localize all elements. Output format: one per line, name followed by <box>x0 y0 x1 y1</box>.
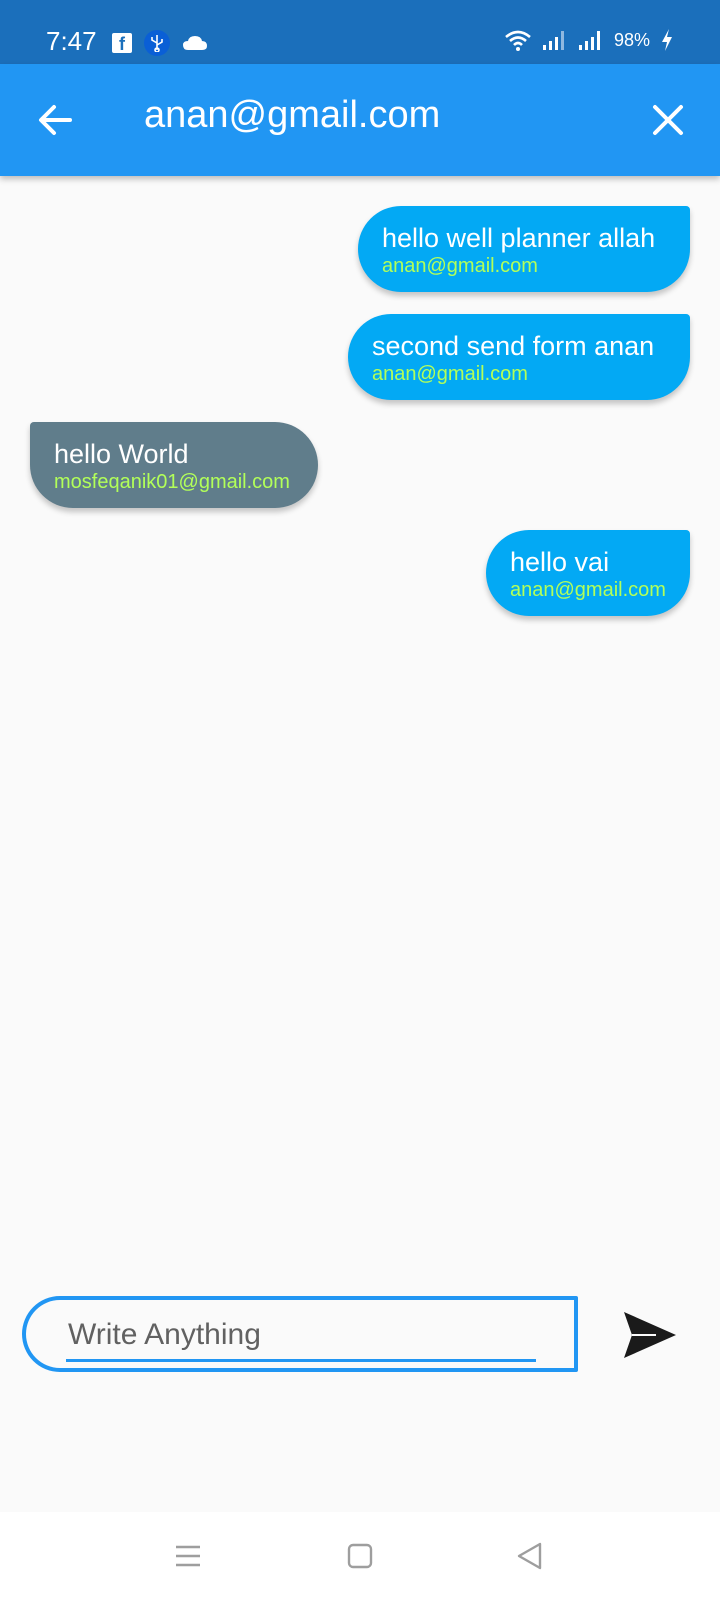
battery-percent: 98% <box>613 29 650 50</box>
facebook-icon: f <box>112 33 132 54</box>
input-underline <box>66 1359 536 1362</box>
message-text: hello well planner allah <box>382 223 656 253</box>
cloud-icon <box>183 36 207 50</box>
message-text: hello World <box>54 439 189 469</box>
status-icons-right: 98% <box>504 28 674 52</box>
arrow-back-icon[interactable] <box>36 100 76 140</box>
signal-icon <box>542 31 564 50</box>
message-text: second send form anan <box>372 331 655 361</box>
message-composer <box>22 1296 578 1372</box>
send-icon[interactable] <box>622 1310 678 1360</box>
message-sender: anan@gmail.com <box>510 579 666 601</box>
message-bubble-sent: second send form anan anan@gmail.com <box>348 314 690 400</box>
battery-charging-icon <box>662 29 672 51</box>
status-bar: 7:47 f 98% <box>0 0 720 64</box>
page-title: anan@gmail.com <box>144 94 441 136</box>
home-square-icon[interactable] <box>344 1540 376 1572</box>
message-input[interactable] <box>66 1308 540 1362</box>
menu-icon[interactable] <box>172 1540 204 1572</box>
app-bar: anan@gmail.com <box>0 64 720 176</box>
message-text: hello vai <box>510 547 610 577</box>
close-icon[interactable] <box>650 102 686 138</box>
message-bubble-sent: hello vai anan@gmail.com <box>486 530 690 616</box>
wifi-icon <box>505 30 531 51</box>
message-sender: anan@gmail.com <box>382 255 538 277</box>
usb-icon <box>144 30 170 56</box>
message-bubble-received: hello World mosfeqanik01@gmail.com <box>30 422 318 508</box>
message-list[interactable]: hello well planner allah anan@gmail.com … <box>0 176 720 1236</box>
status-time: 7:47 <box>46 26 97 56</box>
back-triangle-icon[interactable] <box>514 1540 546 1572</box>
message-bubble-sent: hello well planner allah anan@gmail.com <box>358 206 690 292</box>
message-sender: anan@gmail.com <box>372 363 528 385</box>
signal-icon <box>578 31 600 50</box>
message-sender: mosfeqanik01@gmail.com <box>54 471 290 493</box>
system-nav-bar <box>0 1512 720 1600</box>
status-icons-left: f <box>112 30 208 56</box>
